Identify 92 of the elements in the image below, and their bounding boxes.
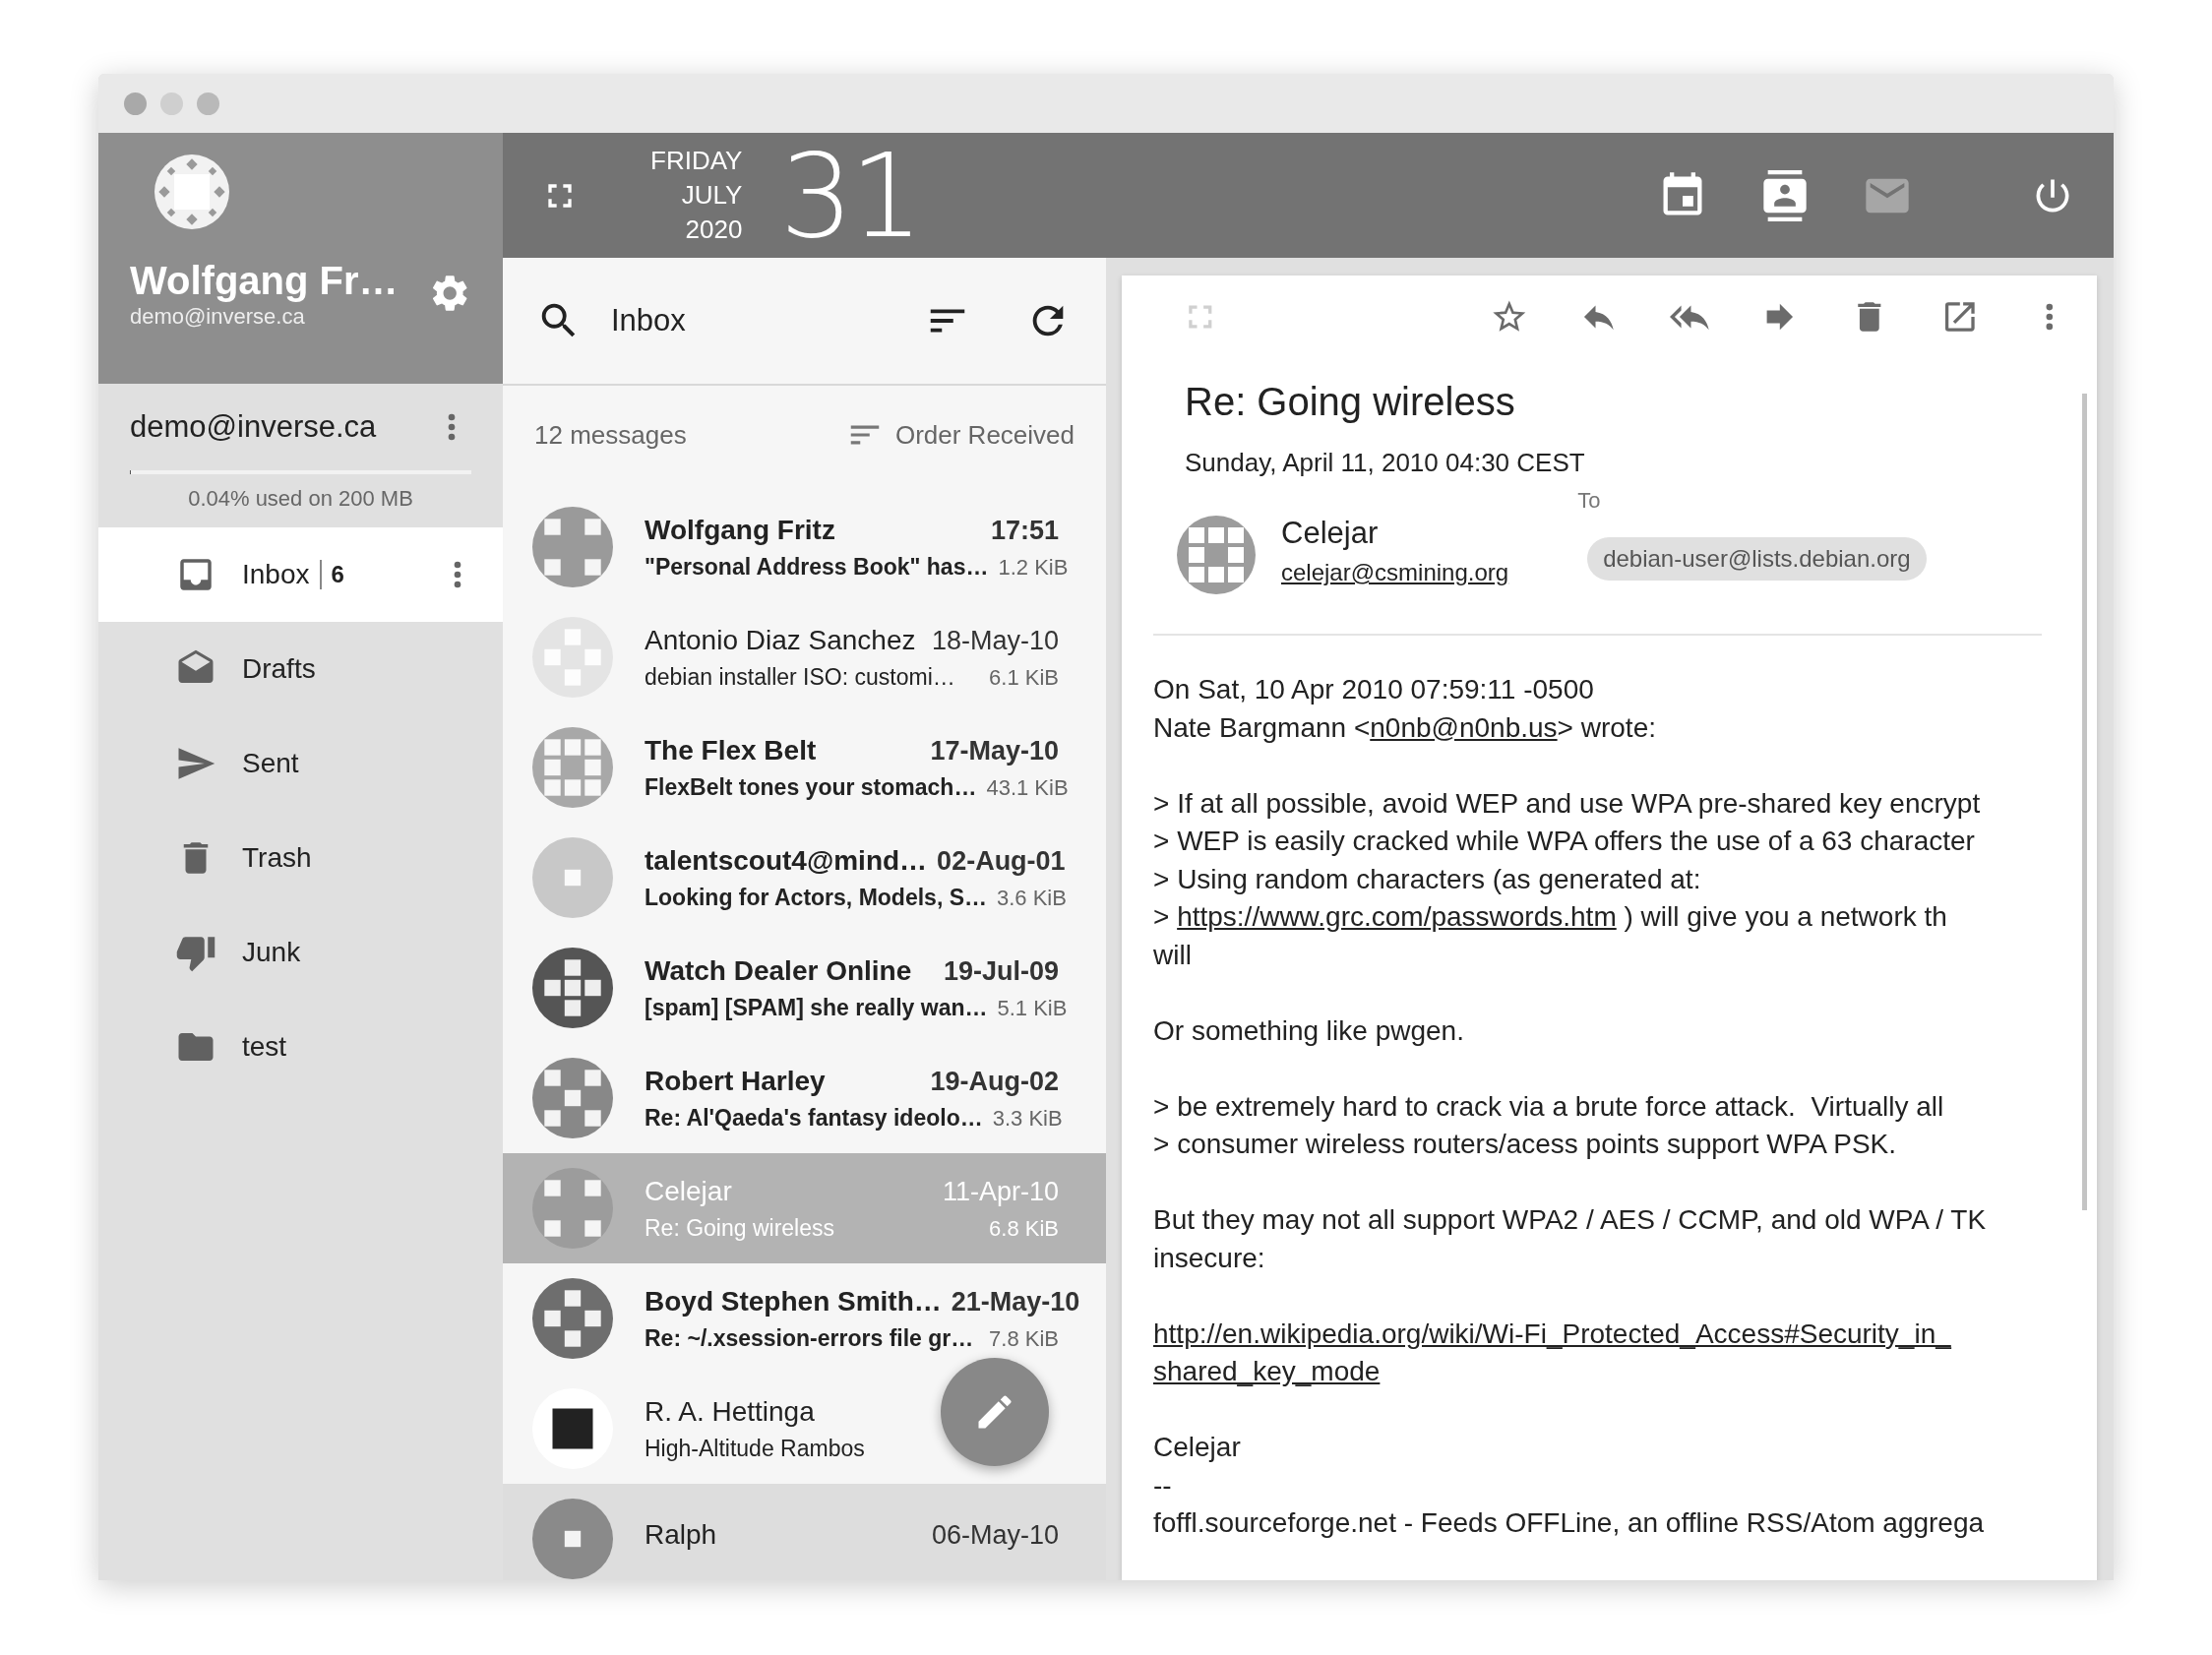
avatar-icon [532,507,613,587]
month-text: JULY [681,179,743,212]
year-text: 2020 [685,214,743,246]
folder-item[interactable]: Inbox 6 [98,527,503,622]
message-row[interactable]: Robert Harley 19-Aug-02 Re: Al'Qaeda's fantasy ideolo… 3.3 KiB [503,1043,1106,1153]
avatar-icon [532,617,613,698]
sender-email-link[interactable]: celejar@csmining.org [1281,559,1509,586]
sender-name: The Flex Belt [645,734,817,766]
sender-name: Ralph [645,1519,717,1551]
message-subject: Re: Going wireless [645,1214,835,1242]
message-size: 43.1 KiB [986,774,1069,801]
weekday-text: FRIDAY [650,145,743,177]
message-paragraph: Or something like pwgen. [1153,1013,1465,1048]
message-row[interactable]: Watch Dealer Online 19-Jul-09 [spam] [SPAM] she really wan… 5.1 KiB [503,933,1106,1043]
message-subject: FlexBelt tones your stomach… [645,773,977,801]
avatar-icon [532,1388,613,1469]
folder-item[interactable]: Junk [98,905,503,1000]
message-row[interactable]: talentscout4@mind… 02-Aug-01 Looking for Actors, Models, S… 3.6 KiB [503,823,1106,933]
message-date: 06-May-10 [931,1520,1059,1551]
message-paragraph: > be extremely hard to crack via a brute force attack. Virtually all > consumer wireless routers/acess points support WPA PSK. [1153,1089,1945,1161]
message-subject: "Personal Address Book" has… [645,553,989,581]
scrollbar[interactable] [2082,394,2087,1210]
link[interactable]: shared_key_mode [1153,1356,1381,1386]
message-date: 18-May-10 [931,625,1059,656]
message-subject: debian installer ISO: customi… [645,663,955,691]
avatar-icon [532,837,613,918]
quota-text: 0.04% used on 200 MB [187,486,414,512]
message-size: 3.6 KiB [997,885,1067,911]
sender-name: R. A. Hettinga [645,1395,815,1428]
message-subject: High-Altitude Rambos [645,1435,865,1462]
avatar-icon [532,727,613,808]
mailbox-address[interactable]: demo@inverse.ca [130,409,377,445]
message-row[interactable]: Boyd Stephen Smith… 21-May-10 Re: ~/.xsession-errors file gr… 7.8 KiB [503,1263,1106,1374]
message-size: 5.1 KiB [997,995,1068,1021]
message-size: 6.1 KiB [989,664,1059,691]
avatar-icon [532,1278,613,1359]
message-date: Sunday, April 11, 2010 04:30 CEST [1185,448,1586,478]
folder-item[interactable]: Trash [98,811,503,905]
avatar-icon [532,1499,613,1579]
message-subject: Looking for Actors, Models, S… [645,884,987,911]
message-row[interactable]: R. A. Hettinga High-Altitude Rambos [503,1374,1106,1484]
message-subject: Re: Al'Qaeda's fantasy ideolo… [645,1104,983,1132]
sender-name: Boyd Stephen Smith… [645,1285,942,1318]
message-paragraph: Celejar -- foffl.sourceforge.net - Feeds OFFLine, an offline RSS/Atom aggrega [1153,1431,1986,1540]
sender-name: Watch Dealer Online [645,954,912,987]
account-email: demo@inverse.ca [130,304,306,330]
message-row[interactable]: Wolfgang Fritz 17:51 "Personal Address Book" has… 1.2 KiB [503,492,1106,602]
message-row[interactable]: Ralph 06-May-10 [503,1484,1106,1580]
message-size: 1.2 KiB [998,554,1069,581]
avatar-icon [532,1168,613,1249]
message-size: 7.8 KiB [989,1325,1059,1352]
message-date: 19-Jul-09 [943,955,1059,987]
message-subject: [spam] [SPAM] she really wan… [645,994,988,1021]
account-name: Wolfgang Fr… [130,258,399,304]
message-size: 6.8 KiB [989,1215,1059,1242]
message-paragraph: But they may not all support WPA2 / AES / CCMP, and old WPA / TK insecure: [1153,1203,1988,1275]
sort-order-button[interactable]: Order Received [845,416,1075,454]
logo-icon [153,153,231,231]
message-paragraph: On Sat, 10 Apr 2010 07:59:11 -0500 Nate Bargmann <n0nb@n0nb.us> wrote: [1153,673,1657,745]
message-row[interactable]: The Flex Belt 17-May-10 FlexBelt tones your stomach… 43.1 KiB [503,712,1106,823]
day-number: 31 [779,136,920,255]
message-date: 19-Aug-02 [930,1066,1059,1097]
folder-item[interactable]: Sent [98,716,503,811]
compose-button[interactable] [941,1358,1049,1466]
to-label: To [1577,488,1601,514]
folder-item[interactable]: Drafts [98,622,503,716]
message-size: 3.3 KiB [992,1105,1063,1132]
message-date: 11-Apr-10 [942,1176,1059,1207]
mailbox-title: Inbox [611,303,686,338]
sender-name: Robert Harley [645,1065,826,1097]
recipient-chip[interactable]: debian-user@lists.debian.org [1587,537,1927,581]
sender-name: Antonio Diaz Sanchez [645,624,916,656]
message-date: 17:51 [990,515,1059,546]
avatar-icon [532,1058,613,1138]
message-row[interactable]: Antonio Diaz Sanchez 18-May-10 debian installer ISO: customi… 6.1 KiB [503,602,1106,712]
link[interactable]: http://en.wikipedia.org/wiki/Wi-Fi_Protected_Access#Security_in_ [1153,1318,1951,1349]
link[interactable]: n0nb@n0nb.us [1370,711,1558,743]
message-date: 02-Aug-01 [937,845,1066,877]
message-date: 17-May-10 [930,735,1059,766]
message-date: 21-May-10 [951,1286,1080,1318]
message-count: 12 messages [534,419,687,451]
link[interactable]: https://www.grc.com/passwords.htm [1177,901,1617,932]
message-paragraph: > If at all possible, avoid WEP and use WPA pre-shared key encrypt > WEP is easily cracked while WPA offers the use of a 63 character > Using random characters (as generated at: > https://www.grc.com/passwords.htm ) will give you a network th will [1153,786,1982,972]
sender-name: Celejar [1281,516,1380,551]
avatar-icon [1177,516,1256,594]
sender-name: talentscout4@mind… [645,844,928,877]
message-subject: Re: ~/.xsession-errors file gr… [645,1324,974,1352]
message-subject: Re: Going wireless [1185,380,1516,424]
sender-name: Celejar [645,1175,732,1207]
avatar-icon [532,948,613,1028]
folder-item[interactable]: test [98,1000,503,1094]
sender-name: Wolfgang Fritz [645,514,835,546]
